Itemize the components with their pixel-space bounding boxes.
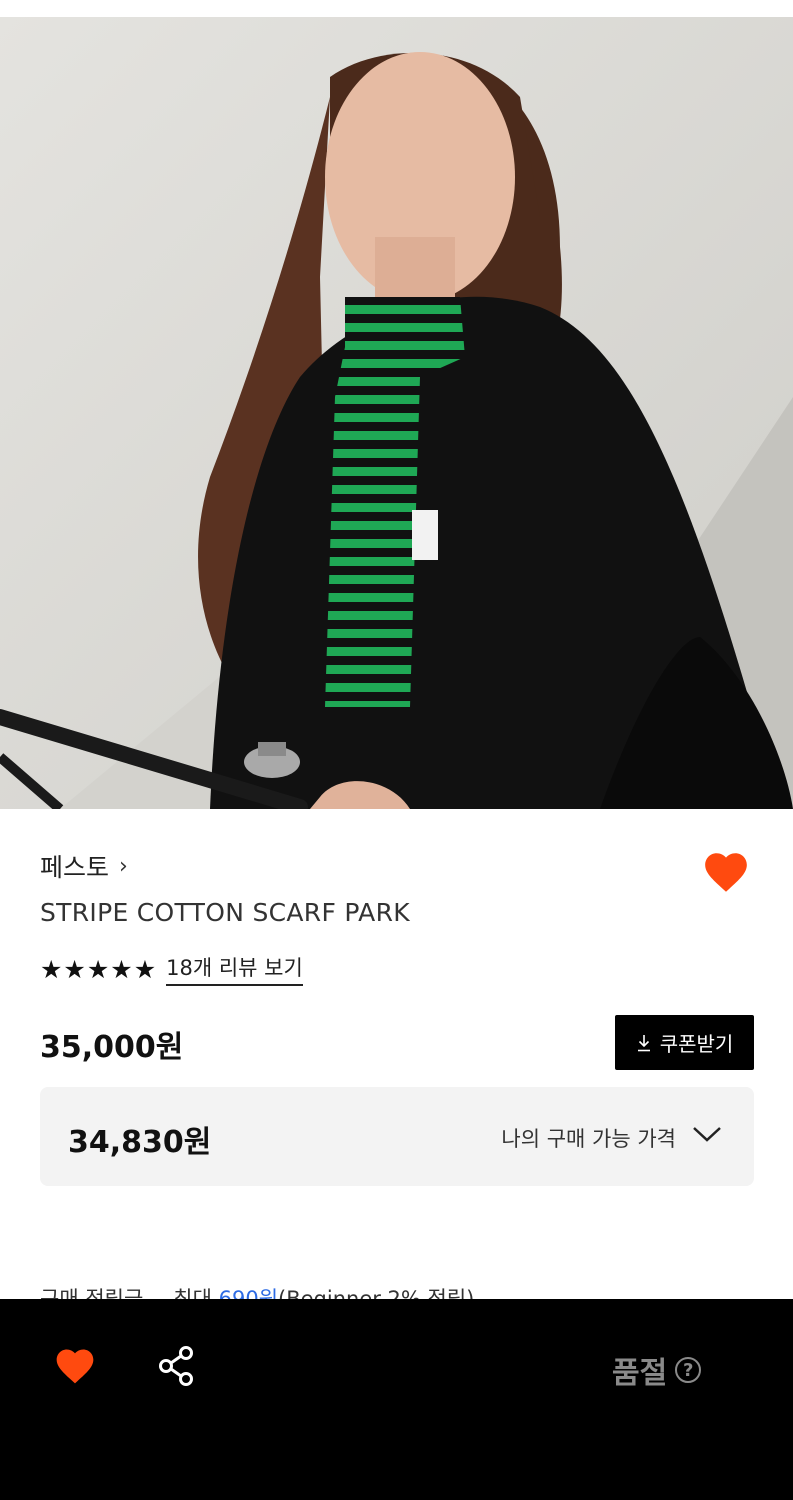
bottom-action-bar	[0, 1299, 793, 1500]
product-price: 35,000원	[40, 1030, 184, 1065]
soldout-label: 품절	[612, 1356, 668, 1391]
wishlist-button[interactable]	[701, 847, 751, 897]
share-icon	[159, 1346, 193, 1386]
download-icon	[637, 1034, 650, 1051]
heart-icon	[56, 1349, 94, 1384]
question-icon[interactable]: ?	[675, 1357, 702, 1383]
rating-stars: ★ ★ ★ ★ ★	[40, 957, 156, 982]
star-icon: ★	[133, 954, 157, 984]
rating-row: ★ ★ ★ ★ ★ 18개 리뷰 보기	[40, 952, 303, 986]
brand-link[interactable]: 페스토 ›	[40, 848, 128, 884]
star-icon: ★	[40, 954, 63, 984]
heart-icon	[705, 853, 747, 892]
chevron-right-icon: ›	[119, 853, 128, 879]
product-image	[0, 17, 793, 809]
coupon-label: 쿠폰받기	[659, 1032, 734, 1056]
star-icon: ★	[86, 954, 110, 984]
review-link[interactable]: 18개 리뷰 보기	[166, 952, 303, 986]
coupon-button[interactable]: 쿠폰받기	[615, 1015, 754, 1070]
my-price-dropdown[interactable]: 34,830원 나의 구매 가능 가격	[40, 1087, 754, 1186]
bottom-wishlist-button[interactable]	[53, 1344, 97, 1388]
product-title: STRIPE COTTON SCARF PARK	[40, 898, 410, 927]
brand-name: 페스토	[40, 853, 110, 882]
star-icon: ★	[110, 954, 133, 984]
my-price-value: 34,830원	[68, 1125, 212, 1160]
chevron-down-icon	[693, 1127, 721, 1142]
share-button[interactable]	[155, 1344, 199, 1388]
star-icon: ★	[63, 954, 86, 984]
my-price-label: 나의 구매 가능 가격	[501, 1127, 676, 1151]
soldout-status[interactable]: 품절 ?	[612, 1348, 702, 1392]
